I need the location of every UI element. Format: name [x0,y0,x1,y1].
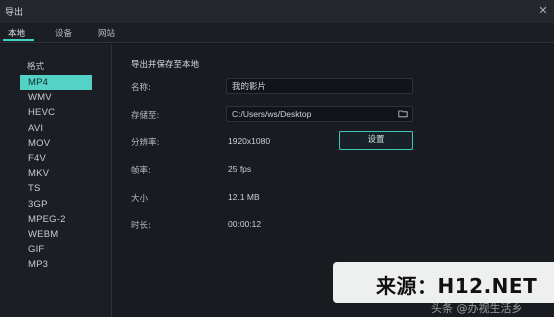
format-list: MP4 WMV HEVC AVI MOV F4V MKV TS 3GP MPEG-2 WEBM GIF… [20,75,92,272]
folder-icon[interactable] [398,109,408,118]
tab-device[interactable]: 设备 [55,27,72,39]
close-icon[interactable]: ✕ [532,0,554,23]
tab-website[interactable]: 网站 [98,27,115,39]
resolution-value: 1920x1080 [228,136,271,146]
format-item-mp3[interactable]: MP3 [20,257,92,272]
name-value: 我的影片 [232,81,267,91]
format-item-3gp[interactable]: 3GP [20,197,92,212]
save-path-field[interactable]: C:/Users/ws/Desktop [226,106,413,122]
watermark-text: 来源：H12.NET [376,274,538,298]
format-item-webm[interactable]: WEBM [20,227,92,242]
tab-local[interactable]: 本地 [8,27,25,39]
size-value: 12.1 MB [228,192,260,202]
format-item-hevc[interactable]: HEVC [20,105,92,120]
framerate-label: 帧率: [131,166,151,176]
format-item-avi[interactable]: AVI [20,121,92,136]
format-item-ts[interactable]: TS [20,181,92,196]
save-location-label: 存储至: [131,111,160,121]
format-item-mpeg-2[interactable]: MPEG-2 [20,212,92,227]
format-item-wmv[interactable]: WMV [20,90,92,105]
format-item-mp4[interactable]: MP4 [20,75,92,91]
resolution-label: 分辨率: [131,138,160,148]
format-item-gif[interactable]: GIF [20,242,92,257]
size-label: 大小 [131,194,149,204]
settings-button[interactable]: 设置 [339,131,413,150]
format-sidebar: 格式 MP4 WMV HEVC AVI MOV F4V MKV TS 3GP MPEG-2 WEBM… [0,44,112,317]
section-title: 导出并保存至本地 [131,60,200,70]
format-header: 格式 [27,62,45,72]
corner-watermark: 头条 @办视生活乡 [431,302,523,315]
duration-label: 时长: [131,221,151,231]
format-item-mov[interactable]: MOV [20,136,92,151]
format-item-f4v[interactable]: F4V [20,151,92,166]
source-watermark: 来源：H12.NET [333,262,554,303]
duration-value: 00:00:12 [228,219,262,229]
format-item-mkv[interactable]: MKV [20,166,92,181]
window-titlebar: 导出 ✕ [0,0,554,23]
framerate-value: 25 fps [228,164,252,174]
save-path-value: C:/Users/ws/Desktop [232,109,312,119]
tab-bar: 本地 设备 网站 [0,23,554,43]
window-title: 导出 [5,8,24,18]
name-label: 名称: [131,83,151,93]
active-tab-indicator [3,39,34,41]
name-field[interactable]: 我的影片 [226,78,413,94]
